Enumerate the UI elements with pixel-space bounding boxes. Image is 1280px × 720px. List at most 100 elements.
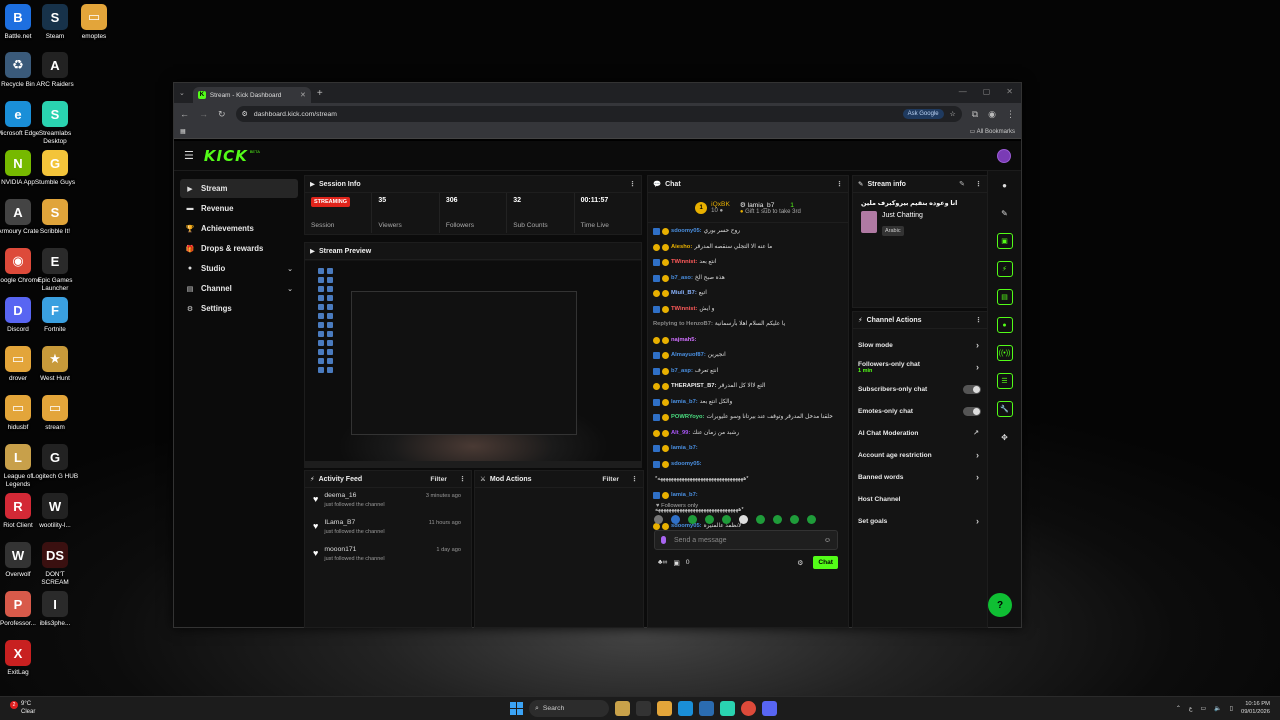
chat-username[interactable]: Miuli_B7: xyxy=(671,290,697,297)
desktop-icon-streamlabs-desktop[interactable]: S Streamlabs Desktop xyxy=(31,101,79,145)
activity-user[interactable]: ILama_B7 xyxy=(324,519,384,526)
emote-icon[interactable] xyxy=(773,515,782,524)
chat-username[interactable]: Aiesho: xyxy=(671,244,692,251)
chat-message[interactable]: Almayuof87: انجيرين xyxy=(653,348,843,364)
mod-more-icon[interactable]: ⋮ xyxy=(631,475,638,483)
toggle-switch[interactable] xyxy=(963,384,981,394)
chat-message[interactable]: lamia_b7: والكل انتع بعد xyxy=(653,395,843,411)
discord-taskbar-icon[interactable] xyxy=(762,701,777,716)
file-explorer-icon[interactable] xyxy=(657,701,672,716)
activity-filter-button[interactable]: Filter xyxy=(430,476,447,483)
chat-username[interactable]: sdoomy05: xyxy=(671,461,702,468)
desktop-icon-arc-raiders[interactable]: A ARC Raiders xyxy=(31,52,79,89)
activity-user[interactable]: mooon171 xyxy=(324,546,384,553)
channel-action-emotes-only-chat[interactable]: Emotes-only chat xyxy=(853,400,987,422)
kick-logo[interactable]: KICK xyxy=(204,147,248,165)
reload-icon[interactable]: ↻ xyxy=(218,109,226,120)
widgets-app-icon[interactable] xyxy=(615,701,630,716)
all-bookmarks[interactable]: ▭ All Bookmarks xyxy=(970,128,1015,135)
edit-icon[interactable]: ✎ xyxy=(997,205,1013,221)
emote-icon[interactable] xyxy=(654,515,663,524)
activity-item[interactable]: ♥ mooon171 just followed the channel 1 day … xyxy=(305,542,471,569)
help-support-icon[interactable]: ? xyxy=(988,593,1012,617)
channel-actions-more-icon[interactable]: ⋮ xyxy=(975,316,982,324)
chrome-taskbar-icon[interactable] xyxy=(741,701,756,716)
session-more-icon[interactable]: ⋮ xyxy=(629,180,636,188)
category-name[interactable]: Just Chatting xyxy=(882,212,923,219)
chat-username[interactable]: najmah5: xyxy=(671,337,696,344)
mic-icon[interactable] xyxy=(661,536,666,544)
emote-icon[interactable] xyxy=(671,515,680,524)
edit-stream-icon[interactable]: ✎ xyxy=(959,180,965,188)
chat-username[interactable]: TWinnist: xyxy=(671,306,697,313)
channel-action-slow-mode[interactable]: Slow mode › xyxy=(853,334,987,356)
desktop-icon-stumble-guys[interactable]: G Stumble Guys xyxy=(31,150,79,187)
tab-search-icon[interactable]: ⌄ xyxy=(179,89,185,97)
minimize-icon[interactable]: — xyxy=(959,87,967,96)
chat-message[interactable]: TWinnist: و ايش xyxy=(653,302,843,318)
chat-username[interactable]: lamia_b7: xyxy=(671,492,698,499)
emote-icon[interactable] xyxy=(807,515,816,524)
network-icon[interactable]: ▭ xyxy=(1201,705,1207,712)
emote-icon[interactable] xyxy=(756,515,765,524)
address-bar[interactable]: ⚙ dashboard.kick.com/stream Ask Google ☆ xyxy=(235,106,962,122)
desktop-icon-iblis3phe[interactable]: Iiblis3phe... xyxy=(31,591,79,628)
chat-message[interactable]: lamia_b7: xyxy=(653,488,843,504)
chat-message[interactable]: Aiesho: ما عنه الا التجلي سنقصه المدرقر xyxy=(653,240,843,256)
channel-action-followers-only-chat[interactable]: Followers-only chat 1 min › xyxy=(853,356,987,378)
desktop-icon-exitlag[interactable]: X ExitLag xyxy=(0,640,42,677)
chat-message[interactable]: TWinnist: انتع بعد xyxy=(653,255,843,271)
list-icon[interactable]: ☰ xyxy=(996,373,1013,389)
desktop-icon-logitech-g-hub[interactable]: G Logitech G HUB xyxy=(31,444,79,481)
chat-message[interactable]: sdoomy05: روح حسر بوري xyxy=(653,224,843,240)
desktop-icon-don-t-scream[interactable]: DS DON'T SCREAM xyxy=(31,542,79,586)
emote-icon[interactable] xyxy=(739,515,748,524)
stream-preview-video[interactable] xyxy=(305,261,641,467)
chat-message[interactable]: THERAPIST_B7: التع لاالا كل المدرقر xyxy=(653,379,843,395)
desktop-icon-wootility-l[interactable]: Wwootility-l... xyxy=(31,493,79,530)
apps-icon[interactable]: ▦ xyxy=(180,128,186,135)
emote-icon[interactable] xyxy=(705,515,714,524)
channel-action-banned-words[interactable]: Banned words › xyxy=(853,466,987,488)
toggle-switch[interactable] xyxy=(963,406,981,416)
bookmark-star-icon[interactable]: ☆ xyxy=(950,110,956,118)
chat-username[interactable]: b7_aso: xyxy=(671,275,693,282)
close-tab-icon[interactable]: ✕ xyxy=(300,91,306,99)
chat-username[interactable]: POWRYoyo: xyxy=(671,414,705,421)
points-icon[interactable]: ▣ xyxy=(673,559,679,567)
chat-message[interactable]: b7_aso: هذه صبح الخ xyxy=(653,271,843,287)
forward-icon[interactable]: → xyxy=(199,109,208,119)
chat-username[interactable]: sdoomy05: xyxy=(671,228,702,235)
chat-username[interactable]: lamia_b7: xyxy=(671,445,698,452)
chat-username[interactable]: Alt_99: xyxy=(671,430,690,437)
emote-icon[interactable] xyxy=(790,515,799,524)
pinned-gift-leaderboard[interactable]: 1 iQxBK 10 ● ⚙ lamia_b7 1 ● Gift 1 sub t… xyxy=(648,193,848,223)
chat-bubble-icon[interactable]: ● xyxy=(996,317,1013,333)
sidebar-item-achievements[interactable]: 🏆 Achievements xyxy=(180,219,298,238)
stream-info-more-icon[interactable]: ⋮ xyxy=(975,180,982,188)
chat-username[interactable]: lamia_b7: xyxy=(671,399,698,406)
chat-message[interactable]: *ههههههههههههههههههههههههههههههههه* xyxy=(653,472,843,488)
emote-icon[interactable] xyxy=(688,515,697,524)
info-icon[interactable]: ● xyxy=(997,177,1013,193)
tray-overflow-icon[interactable]: ⌃ xyxy=(1176,705,1181,712)
activity-item[interactable]: ♥ deema_16 just followed the channel 3 minu… xyxy=(305,488,471,515)
chat-message[interactable]: sdoomy05: xyxy=(653,457,843,473)
store-taskbar-icon[interactable] xyxy=(699,701,714,716)
document-icon[interactable]: ▤ xyxy=(996,289,1013,305)
gift-sub-icon[interactable]: ♣∞ xyxy=(658,559,667,566)
back-icon[interactable]: ← xyxy=(180,109,189,119)
weather-widget[interactable]: 2 9°C Clear xyxy=(10,701,35,716)
channel-action-subscribers-only-chat[interactable]: Subscribers-only chat xyxy=(853,378,987,400)
maximize-icon[interactable]: ▢ xyxy=(983,87,991,96)
taskbar-search[interactable]: ⌕ Search xyxy=(529,700,609,717)
mod-filter-button[interactable]: Filter xyxy=(602,476,619,483)
battery-icon[interactable]: ▯ xyxy=(1230,705,1233,712)
profile-icon[interactable]: ◉ xyxy=(988,109,996,120)
sidebar-item-stream[interactable]: ▶ Stream xyxy=(180,179,298,198)
hamburger-menu-icon[interactable]: ☰ xyxy=(184,149,194,162)
chat-message[interactable]: Alt_99: رشبد من زمان عنك xyxy=(653,426,843,442)
clock[interactable]: 10:16 PM 09/01/2026 xyxy=(1241,701,1270,716)
activity-item[interactable]: ♥ ILama_B7 just followed the channel 11 hou… xyxy=(305,515,471,542)
chat-input[interactable]: Send a message ☺ xyxy=(654,530,838,550)
